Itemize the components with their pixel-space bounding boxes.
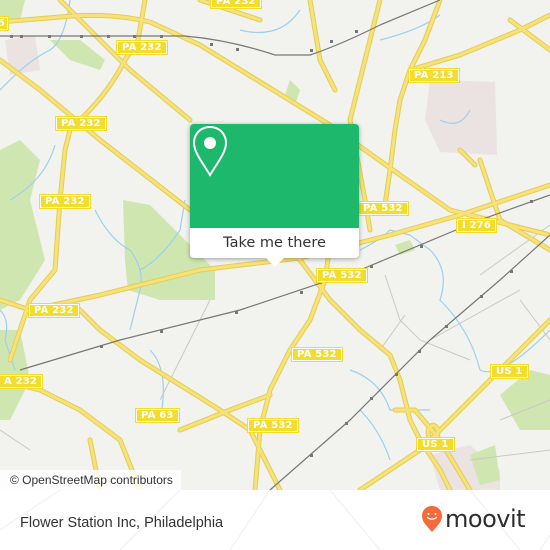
popup-pointer [266,258,284,267]
popup-header[interactable] [190,124,359,228]
take-me-there-button[interactable]: Take me there [190,228,359,258]
road-shield: PA 232 [39,194,91,209]
park [395,240,415,255]
map-pin-icon [192,125,228,177]
footer: Flower Station Inc, Philadelphia moovit [0,490,550,550]
road-shield: PA 232 [116,40,168,55]
road-shield: PA 532 [357,201,409,216]
road-shield: 5 [0,16,10,31]
road-shield: A 232 [0,374,44,389]
road-shield: PA 232 [210,0,262,9]
place-title: Flower Station Inc, Philadelphia [20,515,224,531]
road-shield: I 276 [456,218,498,233]
park [500,370,550,430]
road-shield: PA 213 [408,68,460,83]
road-shield: PA 232 [28,303,80,318]
road-shield: US 1 [416,437,455,452]
take-me-there-popup[interactable]: Take me there [190,124,359,267]
moovit-logo-text: moovit [445,505,526,533]
road-shield: PA 532 [247,418,299,433]
moovit-logo[interactable]: moovit [421,505,526,533]
road-shield: PA 532 [316,268,368,283]
park [0,140,45,310]
industrial-area [425,80,497,155]
map[interactable]: PA 232 5 PA 232 PA 232 PA 232 PA 232 A 2… [0,0,550,490]
park [50,40,105,70]
moovit-pin-icon [422,506,442,532]
map-attribution[interactable]: © OpenStreetMap contributors [0,470,181,490]
road-shield: PA 63 [135,408,180,423]
road-shield: PA 232 [55,116,107,131]
road-shield: PA 532 [291,347,343,362]
road-shield: US 1 [490,364,529,379]
